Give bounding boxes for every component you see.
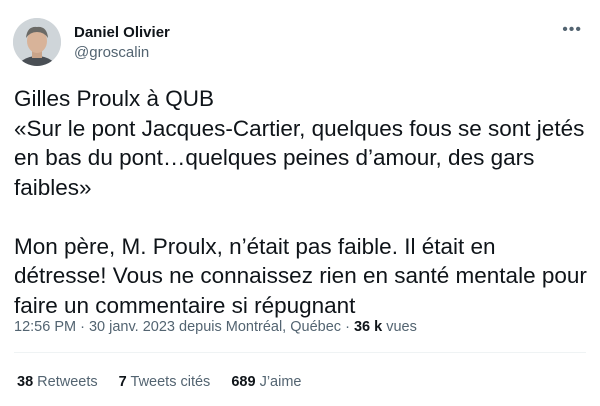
tweet-meta: 12:56 PM · 30 janv. 2023 depuis Montréal…	[14, 319, 417, 335]
tweet-card: Daniel Olivier @groscalin ••• Gilles Pro…	[0, 0, 600, 406]
author-handle[interactable]: @groscalin	[74, 44, 149, 61]
quotes-count: 7	[118, 374, 127, 390]
author-name[interactable]: Daniel Olivier	[74, 24, 170, 41]
tweet-line-2: «Sur le pont Jacques-Cartier, quelques f…	[14, 115, 585, 200]
divider	[14, 352, 586, 353]
tweet-location: depuis Montréal, Québec	[179, 319, 342, 335]
tweet-line-1: Gilles Proulx à QUB	[14, 86, 215, 111]
tweet-stats: 38 Retweets 7 Tweets cités 689 J’aime	[17, 374, 318, 390]
quotes-stat[interactable]: 7 Tweets cités	[119, 374, 211, 390]
tweet-date[interactable]: 30 janv. 2023	[89, 319, 175, 335]
more-horizontal-icon[interactable]: •••	[562, 22, 582, 38]
likes-count: 689	[231, 374, 256, 390]
retweets-count: 38	[17, 374, 34, 390]
retweets-label: Retweets	[37, 374, 98, 390]
tweet-time[interactable]: 12:56 PM	[14, 319, 76, 335]
meta-separator: ·	[345, 319, 350, 335]
meta-separator: ·	[80, 319, 85, 335]
quotes-label: Tweets cités	[130, 374, 211, 390]
retweets-stat[interactable]: 38 Retweets	[17, 374, 98, 390]
likes-label: J’aime	[259, 374, 302, 390]
avatar-image	[13, 18, 61, 66]
tweet-text: Gilles Proulx à QUB «Sur le pont Jacques…	[14, 84, 592, 320]
likes-stat[interactable]: 689 J’aime	[231, 374, 301, 390]
views-label: vues	[386, 319, 417, 335]
views-count: 36 k	[353, 319, 383, 335]
avatar[interactable]	[13, 18, 61, 66]
tweet-line-3: Mon père, M. Proulx, n’était pas faible.…	[14, 233, 587, 318]
